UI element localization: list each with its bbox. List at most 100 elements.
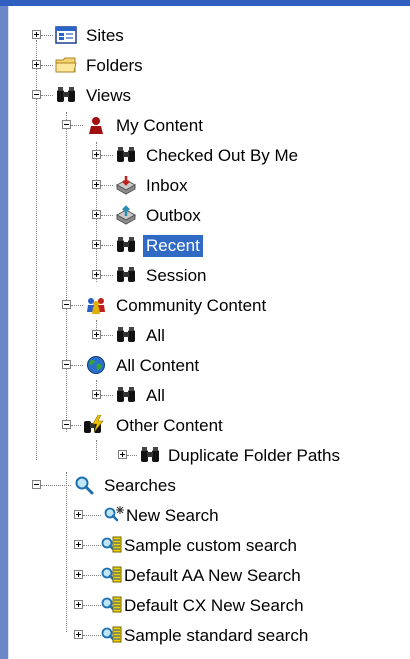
expand-default-aa-button[interactable] (74, 570, 83, 579)
tree-node-label[interactable]: All (143, 325, 168, 347)
magnifier-icon (75, 476, 94, 495)
expand-default-cx-button[interactable] (74, 600, 83, 609)
tree-node-all-content[interactable]: All Content (0, 354, 300, 380)
tree-node-label[interactable]: Searches (101, 475, 179, 497)
sites-window-icon (55, 26, 77, 44)
binoculars-icon (117, 327, 135, 342)
tree-node-duplicate-folder-paths[interactable]: Duplicate Folder Paths (0, 444, 405, 470)
tree-node-label[interactable]: Sample custom search (121, 535, 300, 557)
expand-checked-out-button[interactable] (92, 150, 101, 159)
expand-outbox-button[interactable] (92, 210, 101, 219)
tree-node-sample-standard-search[interactable]: Sample standard search (0, 624, 405, 650)
tree-node-sites[interactable]: Sites (0, 24, 200, 50)
tree-connector (101, 185, 113, 186)
tree-connector (83, 605, 101, 606)
tree-connector (41, 95, 53, 96)
binoculars-icon (117, 267, 135, 282)
tree-node-label[interactable]: Inbox (143, 175, 191, 197)
saved-search-icon (101, 536, 122, 553)
tree-node-new-search[interactable]: New Search (0, 504, 320, 530)
tree-node-default-aa-new-search[interactable]: Default AA New Search (0, 564, 405, 590)
collapse-community-content-button[interactable] (62, 300, 71, 309)
tree-connector (41, 35, 53, 36)
tree-node-folders[interactable]: Folders (0, 54, 200, 80)
tree-node-session[interactable]: Session (0, 264, 300, 290)
binoculars-icon (57, 87, 75, 102)
tree-connector (83, 635, 101, 636)
tree-node-label[interactable]: Default CX New Search (121, 595, 307, 617)
tree-node-my-content[interactable]: My Content (0, 114, 260, 140)
tree-node-inbox[interactable]: Inbox (0, 174, 300, 200)
new-search-icon (104, 506, 124, 522)
collapse-my-content-button[interactable] (62, 120, 71, 129)
binoculars-icon (117, 237, 135, 252)
collapse-views-button[interactable] (32, 90, 41, 99)
tree-node-label[interactable]: Other Content (113, 415, 226, 437)
tree-connector (83, 515, 101, 516)
binoculars-icon (141, 447, 159, 462)
tree-node-default-cx-new-search[interactable]: Default CX New Search (0, 594, 405, 620)
tree-node-label[interactable]: Default AA New Search (121, 565, 304, 587)
tree-node-label[interactable]: New Search (123, 505, 222, 527)
collapse-other-content-button[interactable] (62, 420, 71, 429)
expand-community-all-button[interactable] (92, 330, 101, 339)
expand-folders-button[interactable] (32, 60, 41, 69)
expand-sample-standard-search-button[interactable] (74, 630, 83, 639)
tree-view-panel: Sites Folders Views My Content Checked O… (0, 0, 410, 659)
tree-node-label[interactable]: Duplicate Folder Paths (165, 445, 343, 467)
tree-connector (101, 215, 113, 216)
tree-connector (71, 365, 83, 366)
tree-node-community-all[interactable]: All (0, 324, 250, 350)
tree-node-label[interactable]: All (143, 385, 168, 407)
tree-node-label[interactable]: Folders (83, 55, 146, 77)
expand-sites-button[interactable] (32, 30, 41, 39)
expand-inbox-button[interactable] (92, 180, 101, 189)
tree-node-outbox[interactable]: Outbox (0, 204, 300, 230)
expand-sample-custom-search-button[interactable] (74, 540, 83, 549)
tree-connector (83, 575, 101, 576)
saved-search-icon (101, 626, 122, 643)
tree-connector (101, 395, 113, 396)
expand-new-search-button[interactable] (74, 510, 83, 519)
binoculars-lightning-icon (84, 415, 104, 433)
saved-search-icon (101, 566, 122, 583)
tree-node-label[interactable]: Sample standard search (121, 625, 311, 647)
tree-connector (71, 305, 83, 306)
globe-icon (87, 356, 105, 374)
expand-recent-button[interactable] (92, 240, 101, 249)
tree-connector (101, 245, 113, 246)
tree-node-label[interactable]: Checked Out By Me (143, 145, 301, 167)
saved-search-icon (101, 596, 122, 613)
tree-node-checked-out-by-me[interactable]: Checked Out By Me (0, 144, 400, 170)
tree-connector (41, 485, 71, 486)
tree-node-label[interactable]: Outbox (143, 205, 204, 227)
tree-node-label[interactable]: Views (83, 85, 134, 107)
tree-connector (71, 125, 83, 126)
tree-node-label[interactable]: All Content (113, 355, 202, 377)
tree-node-label[interactable]: My Content (113, 115, 206, 137)
tree-node-recent[interactable]: Recent (0, 234, 300, 260)
tree-node-views[interactable]: Views (0, 84, 200, 110)
tree-connector (127, 455, 137, 456)
collapse-all-content-button[interactable] (62, 360, 71, 369)
expand-duplicate-paths-button[interactable] (118, 450, 127, 459)
inbox-icon (115, 176, 137, 195)
tree-node-other-content[interactable]: Other Content (0, 414, 320, 440)
tree-connector (101, 155, 113, 156)
tree-node-label-selected[interactable]: Recent (143, 235, 203, 257)
tree-node-sample-custom-search[interactable]: Sample custom search (0, 534, 405, 560)
navigation-tree: Sites Folders Views My Content Checked O… (0, 0, 410, 659)
tree-node-label[interactable]: Sites (83, 25, 127, 47)
tree-node-label[interactable]: Session (143, 265, 209, 287)
tree-node-searches[interactable]: Searches (0, 474, 300, 500)
tree-node-label[interactable]: Community Content (113, 295, 269, 317)
tree-connector (71, 425, 81, 426)
tree-connector (101, 275, 113, 276)
tree-node-community-content[interactable]: Community Content (0, 294, 360, 320)
binoculars-icon (117, 147, 135, 162)
expand-session-button[interactable] (92, 270, 101, 279)
collapse-searches-button[interactable] (32, 480, 41, 489)
tree-node-all-content-all[interactable]: All (0, 384, 250, 410)
expand-all-content-all-button[interactable] (92, 390, 101, 399)
tree-connector (41, 65, 53, 66)
